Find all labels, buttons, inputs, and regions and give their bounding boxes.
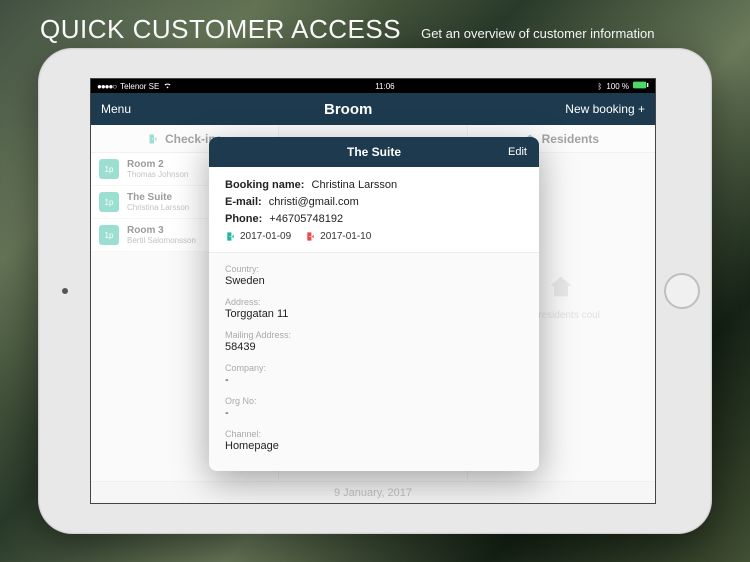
field-value: - xyxy=(225,374,523,386)
email-value: christi@gmail.com xyxy=(269,196,359,208)
booking-detail-modal: The Suite Edit Booking name: Christina L… xyxy=(209,137,539,471)
menu-button[interactable]: Menu xyxy=(101,102,131,116)
battery-icon xyxy=(633,81,649,91)
app-title: Broom xyxy=(324,101,372,118)
carrier-label: Telenor SE xyxy=(120,82,159,91)
app-screen: ●●●●○ Telenor SE 11:06 ᛒ 100 % Menu xyxy=(90,78,656,504)
door-out-icon xyxy=(305,231,316,242)
tablet-camera xyxy=(62,288,68,294)
checkout-date: 2017-01-10 xyxy=(305,231,371,242)
edit-button[interactable]: Edit xyxy=(508,146,527,158)
navbar: Menu Broom New booking + xyxy=(91,93,655,125)
promo-subtitle: Get an overview of customer information xyxy=(421,26,654,41)
field-value: Sweden xyxy=(225,275,523,287)
field-label: Channel: xyxy=(225,429,523,439)
booking-name-label: Booking name: xyxy=(225,179,304,191)
field-label: Address: xyxy=(225,297,523,307)
clock-label: 11:06 xyxy=(375,82,394,91)
new-booking-button[interactable]: New booking + xyxy=(565,102,645,116)
field-value: Torggatan 11 xyxy=(225,308,523,320)
checkin-date: 2017-01-09 xyxy=(225,231,291,242)
signal-icon: ●●●●○ xyxy=(97,82,116,91)
booking-name-value: Christina Larsson xyxy=(312,179,398,191)
field-label: Company: xyxy=(225,363,523,373)
phone-label: Phone: xyxy=(225,213,262,225)
detail-field: Mailing Address:58439 xyxy=(225,325,523,358)
detail-field: Address:Torggatan 11 xyxy=(225,292,523,325)
field-label: Mailing Address: xyxy=(225,330,523,340)
wifi-icon xyxy=(163,81,172,92)
status-bar: ●●●●○ Telenor SE 11:06 ᛒ 100 % xyxy=(91,79,655,93)
modal-header: The Suite Edit xyxy=(209,137,539,167)
promo-title: QUICK CUSTOMER ACCESS xyxy=(40,14,401,45)
booking-name-row: Booking name: Christina Larsson xyxy=(225,179,523,191)
phone-row: Phone: +46705748192 xyxy=(225,213,523,225)
detail-field: Country:Sweden xyxy=(225,259,523,292)
field-value: 58439 xyxy=(225,341,523,353)
phone-value: +46705748192 xyxy=(269,213,343,225)
email-label: E-mail: xyxy=(225,196,262,208)
detail-field: Company:- xyxy=(225,358,523,391)
field-label: Org No: xyxy=(225,396,523,406)
modal-title: The Suite xyxy=(347,145,401,159)
door-in-icon xyxy=(225,231,236,242)
email-row: E-mail: christi@gmail.com xyxy=(225,196,523,208)
field-value: Homepage xyxy=(225,440,523,452)
checkin-date-value: 2017-01-09 xyxy=(240,231,291,242)
bluetooth-icon: ᛒ xyxy=(598,82,603,91)
detail-field: Org No:- xyxy=(225,391,523,424)
field-label: Country: xyxy=(225,264,523,274)
field-value: - xyxy=(225,407,523,419)
battery-label: 100 % xyxy=(606,82,629,91)
tablet-frame: ●●●●○ Telenor SE 11:06 ᛒ 100 % Menu xyxy=(38,48,712,534)
detail-field: Channel:Homepage xyxy=(225,424,523,457)
home-button[interactable] xyxy=(664,273,700,309)
checkout-date-value: 2017-01-10 xyxy=(320,231,371,242)
promo-banner: QUICK CUSTOMER ACCESS Get an overview of… xyxy=(40,14,710,45)
